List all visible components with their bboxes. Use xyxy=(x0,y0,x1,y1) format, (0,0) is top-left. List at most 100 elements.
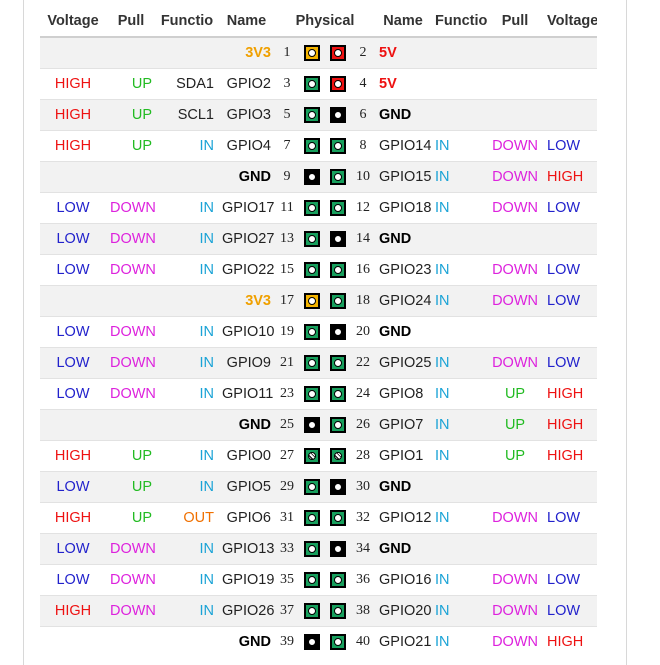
left-voltage: HIGH xyxy=(40,99,106,131)
left-name: GPIO5 xyxy=(218,471,275,503)
left-voltage: HIGH xyxy=(40,68,106,100)
pin-number-left: 9 xyxy=(275,161,299,193)
right-pull: DOWN xyxy=(487,130,544,162)
left-pull: DOWN xyxy=(106,533,156,565)
pin-right-cell xyxy=(325,409,351,441)
pin-left-cell xyxy=(299,285,325,317)
pin-number-left: 25 xyxy=(275,409,299,441)
left-name: GPIO9 xyxy=(218,347,275,379)
left-function: SCL1 xyxy=(156,99,218,131)
left-pull: UP xyxy=(106,440,156,472)
pin-number-right: 36 xyxy=(351,564,376,596)
left-voltage: LOW xyxy=(40,347,106,379)
pin-number-left: 21 xyxy=(275,347,299,379)
left-name: GND xyxy=(218,626,275,657)
right-pull: DOWN xyxy=(487,192,544,224)
pin-left-icon xyxy=(304,479,320,496)
left-function: IN xyxy=(156,254,218,286)
pin-number-left: 37 xyxy=(275,595,299,627)
left-function: SDA1 xyxy=(156,68,218,100)
left-voltage: LOW xyxy=(40,533,106,565)
pin-left-icon xyxy=(304,138,320,155)
pin-left-icon xyxy=(304,324,320,341)
header-left-pull: Pull xyxy=(106,5,156,38)
left-function: IN xyxy=(156,192,218,224)
left-voltage xyxy=(40,161,106,193)
pin-right-icon xyxy=(330,231,346,248)
left-name: GND xyxy=(218,409,275,441)
left-pull: DOWN xyxy=(106,347,156,379)
left-name: GPIO0 xyxy=(218,440,275,472)
right-voltage: HIGH xyxy=(543,409,598,441)
pin-number-right: 24 xyxy=(351,378,376,410)
pin-number-left: 27 xyxy=(275,440,299,472)
right-name: GPIO12 xyxy=(375,502,432,534)
left-function: IN xyxy=(156,564,218,596)
pin-left-icon xyxy=(304,541,320,558)
pin-number-right: 2 xyxy=(351,36,376,69)
pin-rows: 3V3 1 2 5V HIGH UP SDA1 GPIO2 3 4 5V HIGH UP SCL1 GPIO… xyxy=(40,36,598,657)
left-name: GPIO2 xyxy=(218,68,275,100)
right-pull: DOWN xyxy=(487,626,544,657)
right-name: GND xyxy=(375,316,432,348)
pin-right-cell xyxy=(325,130,351,162)
pin-left-cell xyxy=(299,626,325,657)
right-voltage xyxy=(543,316,598,348)
right-name: GPIO20 xyxy=(375,595,432,627)
left-pull: UP xyxy=(106,502,156,534)
pin-number-left: 19 xyxy=(275,316,299,348)
left-pull xyxy=(106,409,156,441)
pin-left-cell xyxy=(299,99,325,131)
pin-number-left: 17 xyxy=(275,285,299,317)
right-function: IN xyxy=(431,192,488,224)
pin-left-cell xyxy=(299,68,325,100)
left-pull xyxy=(106,285,156,317)
table-row: HIGH DOWN IN GPIO26 37 38 GPIO20 IN DOWN LOW xyxy=(40,595,598,627)
left-voltage: LOW xyxy=(40,564,106,596)
table-row: LOW DOWN IN GPIO27 13 14 GND xyxy=(40,223,598,255)
pin-number-right: 32 xyxy=(351,502,376,534)
right-pull: DOWN xyxy=(487,564,544,596)
left-name: GPIO6 xyxy=(218,502,275,534)
right-function: IN xyxy=(431,130,488,162)
pin-number-left: 15 xyxy=(275,254,299,286)
right-name: 5V xyxy=(375,68,432,100)
pin-right-icon xyxy=(330,634,346,651)
right-function xyxy=(431,68,488,100)
pin-right-icon xyxy=(330,262,346,279)
right-voltage xyxy=(543,223,598,255)
right-function xyxy=(431,316,488,348)
pin-number-right: 22 xyxy=(351,347,376,379)
left-function xyxy=(156,285,218,317)
pin-right-cell xyxy=(325,378,351,410)
right-name: GND xyxy=(375,223,432,255)
right-voltage xyxy=(543,36,598,69)
left-function xyxy=(156,626,218,657)
pin-right-icon xyxy=(330,479,346,496)
right-voltage: HIGH xyxy=(543,626,598,657)
right-voltage: HIGH xyxy=(543,161,598,193)
table-row: HIGH UP SCL1 GPIO3 5 6 GND xyxy=(40,99,598,131)
pin-number-right: 14 xyxy=(351,223,376,255)
right-function xyxy=(431,99,488,131)
pin-number-right: 18 xyxy=(351,285,376,317)
right-function xyxy=(431,36,488,69)
right-pull xyxy=(487,533,544,565)
table-row: LOW DOWN IN GPIO19 35 36 GPIO16 IN DOWN LOW xyxy=(40,564,598,596)
left-function xyxy=(156,36,218,69)
header-right-function: Functio xyxy=(431,5,488,38)
pin-left-icon xyxy=(304,262,320,279)
left-function: IN xyxy=(156,347,218,379)
header-left-name: Name xyxy=(218,5,275,38)
left-name: GPIO13 xyxy=(218,533,275,565)
pin-left-icon xyxy=(304,572,320,589)
table-header-row: Voltage Pull Functio Name Physical Name … xyxy=(40,5,598,38)
pin-left-cell xyxy=(299,161,325,193)
pin-left-cell xyxy=(299,533,325,565)
pin-right-cell xyxy=(325,626,351,657)
left-name: 3V3 xyxy=(218,36,275,69)
right-voltage xyxy=(543,471,598,503)
left-voltage: HIGH xyxy=(40,595,106,627)
pin-number-right: 4 xyxy=(351,68,376,100)
table-row: LOW DOWN IN GPIO11 23 24 GPIO8 IN UP HIGH xyxy=(40,378,598,410)
